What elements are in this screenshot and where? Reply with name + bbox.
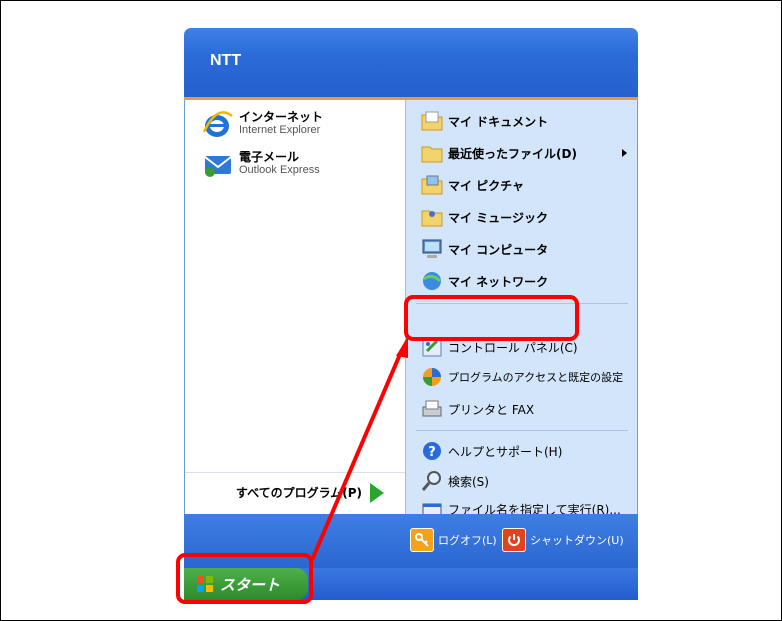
- menu-item-my-music[interactable]: マイ ミュージック: [420, 204, 548, 230]
- search-icon: [421, 471, 441, 491]
- menu-item-my-documents[interactable]: マイ ドキュメント: [420, 108, 548, 134]
- menu-item-printers-fax[interactable]: プリンタと FAX: [420, 396, 534, 422]
- pinned-programs-pane: インターネット Internet Explorer 電子メール Outlook …: [184, 100, 406, 514]
- menu-item-recent-files[interactable]: 最近使ったファイル(D): [420, 140, 577, 166]
- help-icon: ?: [423, 442, 441, 460]
- menu-item-search[interactable]: 検索(S): [420, 468, 489, 494]
- key-icon: [410, 528, 434, 552]
- printer-fax-icon: [422, 400, 442, 417]
- my-network-icon: [423, 272, 442, 290]
- pinned-subtitle: Outlook Express: [239, 164, 320, 176]
- pinned-email[interactable]: 電子メール Outlook Express: [201, 150, 320, 180]
- submenu-arrow-icon: [622, 149, 627, 157]
- play-arrow-icon: [370, 482, 384, 503]
- all-programs-label: すべてのプログラム(P): [235, 486, 362, 500]
- separator: [416, 430, 628, 431]
- pinned-title: インターネット: [239, 110, 324, 124]
- menu-item-my-computer[interactable]: マイ コンピュータ: [420, 236, 548, 262]
- power-icon: [502, 528, 526, 552]
- pinned-subtitle: Internet Explorer: [239, 124, 321, 136]
- shutdown-label: シャットダウン(U): [530, 534, 624, 547]
- menu-item-program-access[interactable]: プログラムのアクセスと既定の設定: [420, 364, 623, 390]
- pinned-title: 電子メール: [239, 150, 300, 164]
- highlight-start-button: [176, 553, 313, 604]
- program-access-icon: [423, 368, 441, 386]
- menu-item-my-pictures[interactable]: マイ ピクチャ: [420, 172, 524, 198]
- outlook-express-icon: [204, 156, 232, 177]
- internet-explorer-icon: [202, 111, 233, 137]
- my-music-icon: [421, 210, 443, 227]
- menu-item-help[interactable]: ? ヘルプとサポート(H): [420, 438, 562, 464]
- shutdown-button[interactable]: シャットダウン(U): [502, 528, 624, 552]
- pinned-internet[interactable]: インターネット Internet Explorer: [201, 110, 323, 140]
- highlight-control-panel: [404, 295, 579, 341]
- my-documents-icon: [421, 111, 443, 131]
- my-computer-icon: [422, 239, 442, 258]
- logoff-label: ログオフ(L): [438, 534, 497, 547]
- my-pictures-icon: [421, 175, 443, 195]
- recent-files-icon: [421, 146, 443, 163]
- logoff-button[interactable]: ログオフ(L): [410, 528, 497, 552]
- all-programs-button[interactable]: すべてのプログラム(P): [185, 472, 406, 512]
- user-name: NTT: [210, 52, 242, 69]
- start-menu-header: NTT: [184, 28, 638, 100]
- svg-text:?: ?: [428, 445, 436, 460]
- menu-item-my-network[interactable]: マイ ネットワーク: [420, 268, 548, 294]
